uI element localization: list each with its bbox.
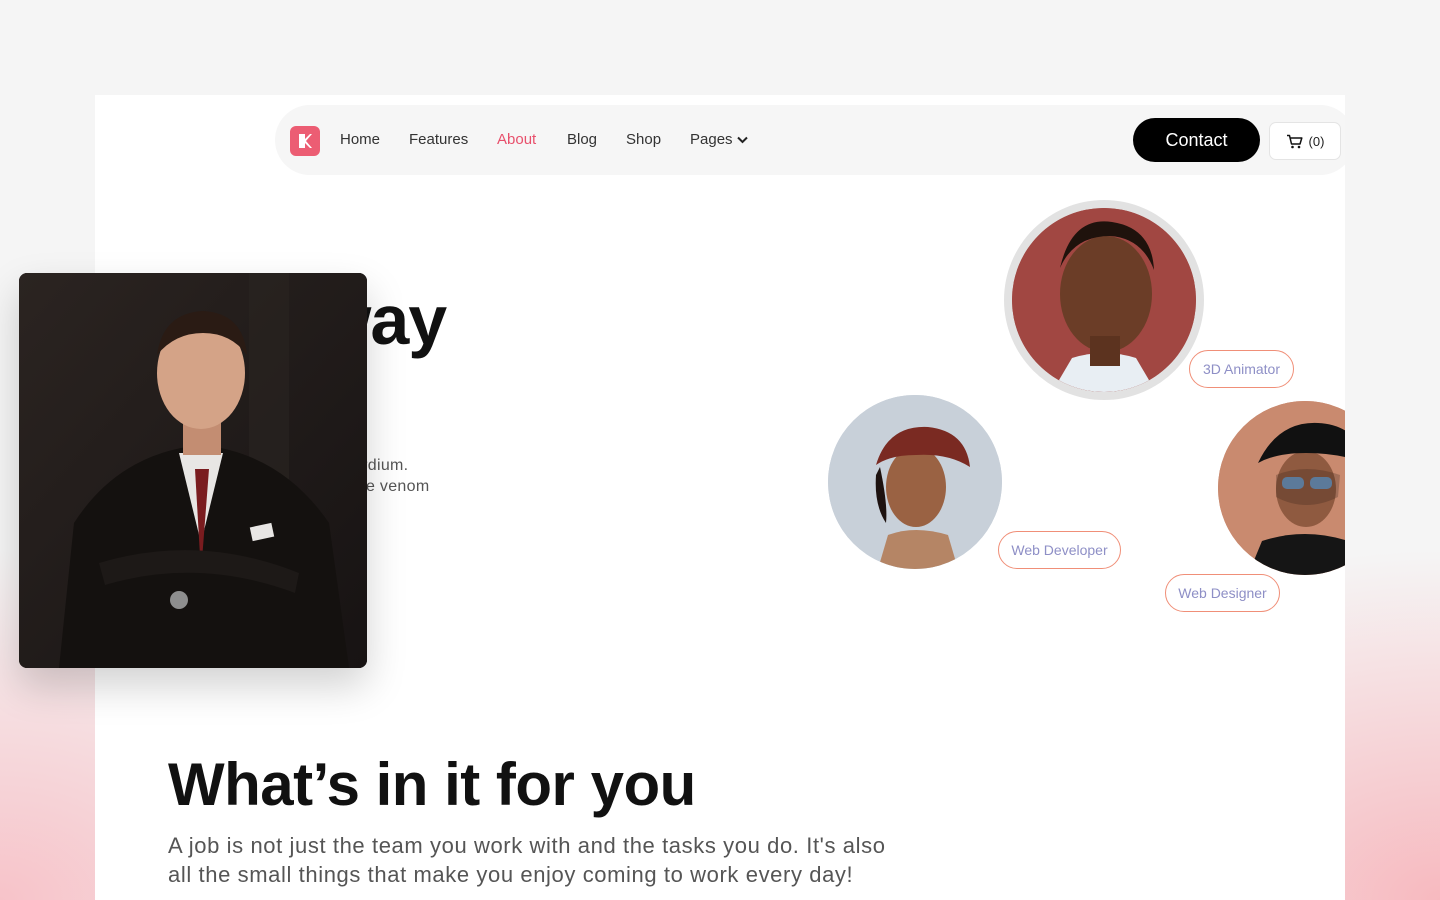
featured-person-photo: [19, 273, 367, 668]
chevron-down-icon: [736, 136, 748, 144]
nav-link-about[interactable]: About: [497, 131, 536, 148]
section-description-line2: all the small things that make you enjoy…: [168, 862, 854, 887]
nav-link-shop[interactable]: Shop: [626, 131, 661, 148]
contact-button[interactable]: Contact: [1133, 118, 1260, 162]
logo-icon[interactable]: [290, 126, 320, 156]
avatar-web-developer: [828, 395, 1002, 569]
section-description-line1: A job is not just the team you work with…: [168, 833, 886, 858]
section-title: What’s in it for you: [168, 751, 696, 818]
nav-link-blog[interactable]: Blog: [567, 131, 597, 148]
cart-count: (0): [1308, 133, 1325, 149]
nav-link-features[interactable]: Features: [409, 131, 468, 148]
badge-3d-animator: 3D Animator: [1189, 350, 1294, 388]
avatar-3d-animator: [1004, 200, 1204, 400]
cart-button[interactable]: (0): [1269, 122, 1341, 160]
cart-icon: [1286, 134, 1303, 148]
badge-web-designer: Web Designer: [1165, 574, 1280, 612]
section-description: A job is not just the team you work with…: [168, 831, 968, 889]
nav-link-pages[interactable]: Pages: [690, 131, 748, 148]
nav-link-pages-label: Pages: [690, 131, 733, 148]
nav-link-home[interactable]: Home: [340, 131, 380, 148]
badge-web-developer: Web Developer: [998, 531, 1121, 569]
avatar-web-designer: [1218, 401, 1345, 575]
navbar: Home Features About Blog Shop Pages Cont…: [275, 105, 1345, 175]
